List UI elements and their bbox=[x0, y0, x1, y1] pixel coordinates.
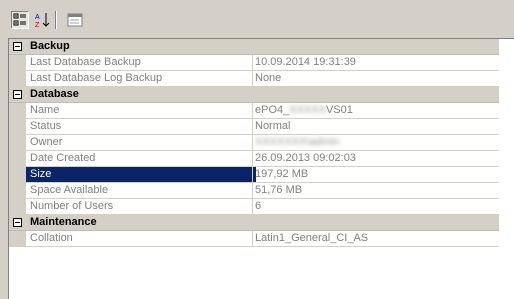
collapse-icon[interactable] bbox=[13, 42, 22, 51]
svg-text:A: A bbox=[35, 14, 40, 21]
category-label: Database bbox=[30, 88, 79, 100]
property-name: Date Created bbox=[30, 152, 96, 164]
property-name: Last Database Backup bbox=[30, 56, 141, 68]
toolbar-separator bbox=[55, 11, 57, 29]
grid-right-edge bbox=[499, 39, 513, 298]
redacted-text: XXXXXXX\admin bbox=[255, 136, 340, 148]
category-label: Maintenance bbox=[30, 216, 97, 228]
row-gutter bbox=[9, 167, 26, 183]
property-value[interactable]: 26.09.2013 09:02:03 bbox=[253, 151, 495, 166]
collapse-icon[interactable] bbox=[13, 90, 22, 99]
alphabetical-sort-icon: A Z bbox=[35, 13, 50, 29]
property-name: Status bbox=[30, 120, 62, 132]
property-row[interactable]: Last Database Log Backup None bbox=[9, 71, 499, 87]
property-value[interactable]: None bbox=[253, 71, 495, 86]
property-row[interactable]: Last Database Backup 10.09.2014 19:31:39 bbox=[9, 55, 499, 71]
categorized-view-button[interactable] bbox=[11, 11, 29, 29]
property-grid-toolbar: A Z bbox=[0, 0, 514, 36]
property-row[interactable]: Owner XXXXXXX\admin bbox=[9, 135, 499, 151]
row-gutter bbox=[9, 71, 26, 87]
redacted-text: XXXXX bbox=[289, 104, 326, 116]
categorized-icon bbox=[13, 13, 26, 26]
property-name: Size bbox=[26, 167, 256, 182]
property-name: Space Available bbox=[30, 184, 109, 196]
property-row[interactable]: Name ePO4_XXXXXVS01 bbox=[9, 103, 499, 119]
property-name: Last Database Log Backup bbox=[30, 72, 163, 84]
property-value[interactable]: Normal bbox=[253, 119, 495, 134]
collapse-icon[interactable] bbox=[13, 218, 22, 227]
property-name: Collation bbox=[30, 232, 73, 244]
property-pages-icon bbox=[67, 13, 83, 27]
name-prefix: ePO4_ bbox=[255, 104, 290, 116]
property-row[interactable]: Date Created 26.09.2013 09:02:03 bbox=[9, 151, 499, 167]
row-gutter bbox=[9, 151, 26, 167]
category-backup[interactable]: Backup bbox=[9, 39, 499, 55]
property-row[interactable]: Collation Latin1_General_CI_AS bbox=[9, 231, 499, 247]
name-suffix: VS01 bbox=[325, 104, 353, 116]
row-gutter bbox=[9, 119, 26, 135]
row-gutter bbox=[9, 199, 26, 215]
row-gutter bbox=[9, 55, 26, 71]
property-row[interactable]: Number of Users 6 bbox=[9, 199, 499, 215]
category-database[interactable]: Database bbox=[9, 87, 499, 103]
property-value[interactable]: 51,76 MB bbox=[253, 183, 495, 198]
row-gutter bbox=[9, 103, 26, 119]
property-value[interactable]: 6 bbox=[253, 199, 495, 214]
property-grid: Backup Last Database Backup 10.09.2014 1… bbox=[8, 38, 514, 299]
property-value[interactable]: Latin1_General_CI_AS bbox=[253, 231, 495, 246]
row-gutter bbox=[9, 135, 26, 151]
category-label: Backup bbox=[30, 40, 70, 52]
property-name: Owner bbox=[30, 136, 63, 148]
alphabetical-sort-button[interactable]: A Z bbox=[33, 11, 51, 29]
property-value[interactable]: ePO4_XXXXXVS01 bbox=[253, 103, 495, 118]
property-row[interactable]: Space Available 51,76 MB bbox=[9, 183, 499, 199]
row-gutter bbox=[9, 231, 26, 247]
property-name: Number of Users bbox=[30, 200, 114, 212]
property-name: Name bbox=[30, 104, 60, 116]
svg-text:Z: Z bbox=[35, 22, 40, 29]
property-row[interactable]: Status Normal bbox=[9, 119, 499, 135]
property-pages-button[interactable] bbox=[66, 11, 84, 29]
category-maintenance[interactable]: Maintenance bbox=[9, 215, 499, 231]
row-gutter bbox=[9, 183, 26, 199]
property-value[interactable]: XXXXXXX\admin bbox=[253, 135, 495, 150]
property-value[interactable]: 197,92 MB bbox=[253, 167, 495, 182]
property-row-selected[interactable]: Size 197,92 MB bbox=[9, 167, 499, 183]
property-value[interactable]: 10.09.2014 19:31:39 bbox=[253, 55, 495, 70]
